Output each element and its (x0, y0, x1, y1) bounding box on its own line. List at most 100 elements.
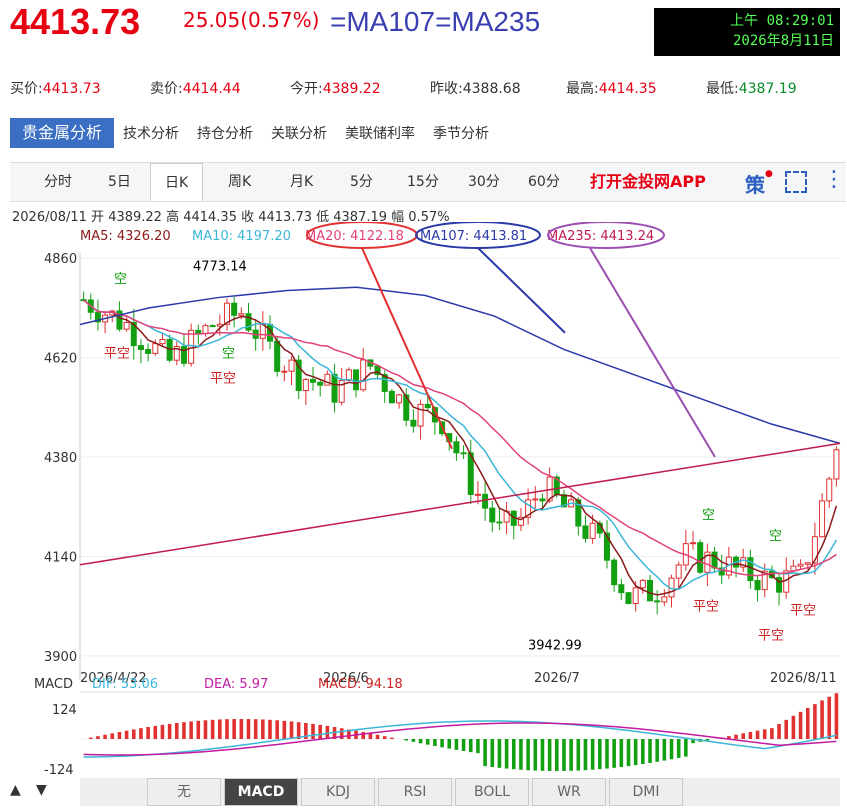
candle-body (618, 584, 625, 594)
ma235-line (79, 442, 841, 566)
period-tab[interactable]: 15分 (407, 163, 439, 201)
ma-label: MA107: 4413.81 (420, 229, 527, 244)
more-icon[interactable]: ⋮ (823, 165, 845, 195)
quote-value: 4413.73 (42, 81, 101, 97)
candle-body (137, 345, 144, 350)
candle-body (539, 498, 546, 502)
macd-tick: -124 (44, 763, 74, 778)
signal-flat: 平空 (790, 603, 816, 618)
analysis-tab[interactable]: 技术分析 (114, 119, 188, 149)
candle-body (195, 329, 202, 335)
fullscreen-icon[interactable] (785, 171, 807, 193)
y-tick-label: 4620 (44, 352, 77, 367)
clock-date: 2026年8月11日 (732, 33, 834, 49)
period-tab[interactable]: 5日 (108, 163, 131, 201)
period-tab[interactable]: 30分 (468, 163, 500, 201)
indicator-tabs: ▲ ▼ 无 MACD KDJ RSI BOLL WR DMI (10, 778, 840, 806)
candle-body (690, 542, 697, 545)
candle-body (331, 373, 338, 403)
candle-body (302, 378, 309, 392)
candle-body (360, 359, 367, 391)
quote-item: 最高:4414.35 (566, 78, 657, 98)
analysis-tabs: 贵金属分析 技术分析 持仓分析 关联分析 美联储利率 季节分析 (10, 118, 498, 148)
ma-equation: =MA107=MA235 (330, 6, 541, 37)
signal-air: 空 (222, 347, 235, 362)
candle-body (675, 564, 682, 579)
candle-body (238, 313, 245, 316)
signal-air: 空 (769, 529, 782, 544)
candle-body (417, 403, 424, 427)
indicator-tab[interactable]: WR (532, 778, 606, 806)
quote-value: 4387.19 (738, 81, 797, 97)
price-change: 25.05(0.57%) (183, 8, 320, 32)
candle-body (152, 343, 159, 354)
quote-item: 昨收:4388.68 (430, 78, 521, 98)
quote-value: 4414.44 (182, 81, 241, 97)
candle-body (460, 452, 467, 455)
x-tick-label: 2026/7 (534, 671, 580, 686)
signal-air: 空 (114, 272, 127, 287)
scroll-up-button[interactable]: ▲ (10, 782, 21, 798)
indicator-tab[interactable]: BOLL (455, 778, 529, 806)
candle-body (611, 559, 618, 586)
analysis-tab[interactable]: 季节分析 (424, 119, 498, 149)
candle-body (654, 600, 661, 603)
macd-label: DIF: 53.06 (92, 677, 158, 692)
candle-body (819, 500, 826, 538)
quote-value: 4389.22 (322, 81, 381, 97)
low-label: 3942.99 (528, 639, 582, 654)
candle-body (202, 325, 209, 335)
quote-label: 最低: (706, 81, 739, 97)
period-tab[interactable]: 5分 (350, 163, 373, 201)
candle-body (532, 498, 539, 501)
candle-body (697, 542, 704, 573)
candle-body (482, 493, 489, 509)
indicator-tab[interactable]: KDJ (301, 778, 375, 806)
y-tick-label: 4380 (44, 451, 77, 466)
ma-line (83, 299, 837, 577)
analysis-tab[interactable]: 美联储利率 (336, 119, 424, 149)
analysis-tab[interactable]: 持仓分析 (188, 119, 262, 149)
indicator-tab[interactable]: DMI (609, 778, 683, 806)
candle-body (711, 551, 718, 569)
clock-time: 上午 08:29:01 (730, 13, 834, 29)
ma-label: MA20: 4122.18 (305, 229, 404, 244)
x-tick-label: 2026/8/11 (770, 671, 837, 686)
candle-body (639, 579, 646, 589)
candle-body (310, 378, 317, 383)
period-tab[interactable]: 月K (290, 163, 313, 201)
indicator-tab[interactable]: MACD (224, 778, 298, 806)
candle-body (410, 419, 417, 427)
candle-body (388, 390, 395, 404)
candle-body (625, 592, 632, 604)
indicator-tab[interactable]: RSI (378, 778, 452, 806)
period-tab[interactable]: 日K (150, 163, 204, 201)
analysis-tab[interactable]: 贵金属分析 (10, 118, 115, 148)
macd-label: DEA: 5.97 (204, 677, 268, 692)
period-tab[interactable]: 周K (228, 163, 251, 201)
indicator-tab[interactable]: 无 (147, 778, 221, 806)
candle-body (274, 340, 281, 372)
signal-air: 空 (702, 508, 715, 523)
kline-chart[interactable]: MA5: 4326.20 MA10: 4197.20 MA20: 4122.18 MA… (0, 222, 847, 778)
macd-tick: 124 (52, 703, 77, 718)
y-tick-label: 4140 (44, 550, 77, 565)
candle-body (496, 521, 503, 524)
open-app-button[interactable]: 打开金投网APP (590, 163, 706, 201)
candle-body (833, 449, 840, 480)
candle-body (474, 493, 481, 496)
candle-body (489, 507, 496, 523)
candle-body (180, 346, 187, 364)
period-tab[interactable]: 分时 (44, 163, 72, 201)
analysis-tab[interactable]: 关联分析 (262, 119, 336, 149)
candle-body (826, 478, 833, 502)
scroll-down-button[interactable]: ▼ (36, 782, 47, 798)
period-bar: 打开金投网APP 策● ⋮ 分时 5日 日K 周K 月K 5分 15分 30分 60分 (10, 162, 846, 202)
quote-item: 买价:4413.73 (10, 78, 101, 98)
signal-flat: 平空 (210, 371, 236, 386)
signal-flat: 平空 (104, 347, 130, 362)
candle-body (754, 580, 761, 591)
ma107-pointer (477, 247, 566, 334)
period-tab[interactable]: 60分 (528, 163, 560, 201)
strategy-icon[interactable]: 策● (745, 169, 773, 198)
